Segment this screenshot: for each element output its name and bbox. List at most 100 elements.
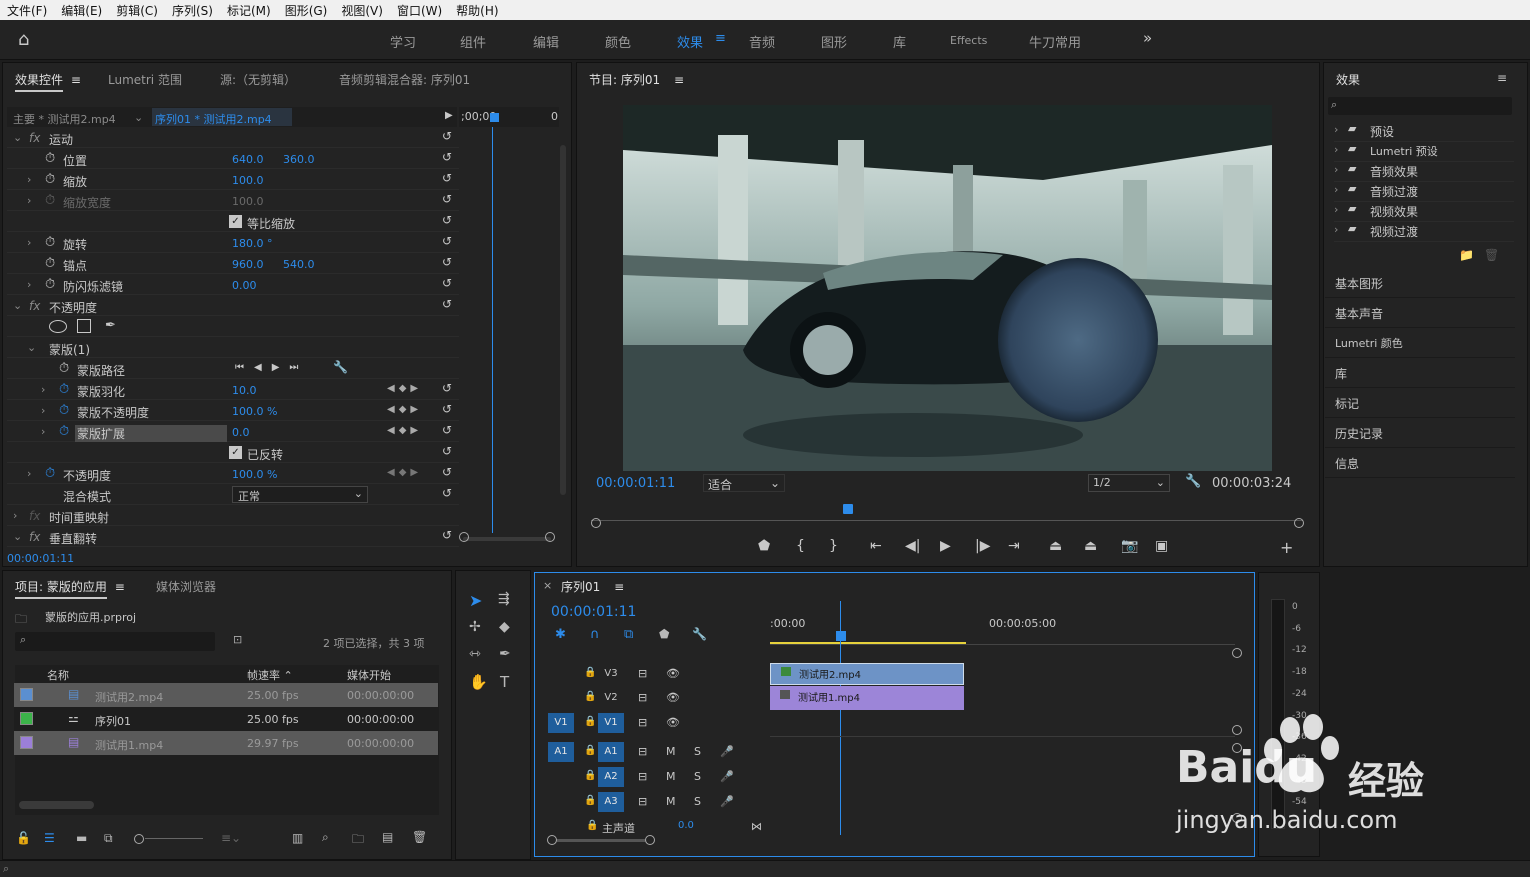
mute-button[interactable]: M <box>666 770 676 783</box>
panel-menu-icon[interactable]: ≡ <box>1497 71 1507 85</box>
reset-icon[interactable]: ↺ <box>442 486 452 500</box>
program-playhead[interactable] <box>843 504 853 514</box>
chevron-right-icon[interactable]: › <box>1334 163 1338 176</box>
workspace-tab-4[interactable]: 效果 <box>677 32 703 51</box>
reset-icon[interactable]: ↺ <box>442 297 452 311</box>
stopwatch-icon[interactable]: ⏱ <box>59 424 69 439</box>
step-forward-icon[interactable]: |▶ <box>975 538 990 554</box>
go-to-out-icon[interactable]: ⇥ <box>1008 538 1020 554</box>
resolution-select[interactable]: 1/2 ⌄ <box>1088 474 1170 492</box>
extract-icon[interactable]: ⏏ <box>1084 538 1097 554</box>
sync-lock-icon[interactable]: ⊟ <box>638 667 647 680</box>
workspace-tab-6[interactable]: 图形 <box>821 32 847 51</box>
opacity-group-row[interactable]: ⌄ fx 不透明度 ↺ <box>7 295 459 316</box>
reset-icon[interactable]: ↺ <box>442 129 452 143</box>
scrub-handle-right[interactable] <box>1294 518 1304 528</box>
effects-folder-5[interactable]: › ▰ 视频过渡 <box>1334 222 1514 242</box>
menu-item-4[interactable]: 标记(M) <box>220 2 278 19</box>
program-title[interactable]: 节目: 序列01 ≡ <box>589 71 684 88</box>
pen-tool-icon[interactable]: ✒ <box>499 646 511 662</box>
lock-icon[interactable]: 🔒 <box>584 770 596 781</box>
v-scroll-handle[interactable] <box>1232 648 1242 658</box>
play-icon[interactable]: ▶ <box>940 538 951 554</box>
export-frame-icon[interactable]: 📷 <box>1121 538 1138 554</box>
reset-icon[interactable]: ↺ <box>442 465 452 479</box>
section-6[interactable]: 信息 <box>1325 448 1515 478</box>
menu-item-7[interactable]: 窗口(W) <box>390 2 449 19</box>
menu-item-0[interactable]: 文件(F) <box>0 2 54 19</box>
section-1[interactable]: 基本声音 <box>1325 298 1515 328</box>
stopwatch-icon[interactable]: ⏱ <box>45 256 55 271</box>
track-select-tool-icon[interactable]: ⇶ <box>498 591 510 607</box>
master-end-icon[interactable]: ⋈ <box>751 820 762 833</box>
new-item-icon[interactable]: ▤ <box>382 830 393 844</box>
sync-lock-icon[interactable]: ⊟ <box>638 716 647 729</box>
selection-tool-icon[interactable]: ➤ <box>469 591 482 610</box>
more-workspaces-icon[interactable]: » <box>1143 29 1152 47</box>
track-target[interactable]: V3 <box>598 664 624 684</box>
scale-row[interactable]: › ⏱ 缩放 100.0 ↺ <box>7 169 459 190</box>
effects-folder-2[interactable]: › ▰ 音频效果 <box>1334 162 1514 182</box>
program-scrubber[interactable] <box>591 509 1303 521</box>
time-remap-row[interactable]: › fx 时间重映射 <box>7 505 459 526</box>
workspace-tab-7[interactable]: 库 <box>893 32 906 51</box>
clip-v3[interactable]: 测试用2.mp4 <box>770 663 964 685</box>
zoom-handle-left[interactable] <box>459 532 469 542</box>
automate-icon[interactable]: ▥ <box>292 831 303 845</box>
menu-item-8[interactable]: 帮助(H) <box>449 2 505 19</box>
chevron-right-icon[interactable]: › <box>1334 223 1338 236</box>
menu-item-5[interactable]: 图形(G) <box>278 2 335 19</box>
rectangle-mask-icon[interactable] <box>77 319 91 333</box>
list-view-icon[interactable]: ☰ <box>44 831 55 845</box>
tab-project[interactable]: 项目: 蒙版的应用 ≡ <box>15 578 125 599</box>
workspace-tab-1[interactable]: 组件 <box>460 32 486 51</box>
mask-row[interactable]: ⌄ 蒙版(1) <box>7 337 459 358</box>
tab-media-browser[interactable]: 媒体浏览器 <box>156 578 216 595</box>
slip-tool-icon[interactable]: ⇿ <box>469 646 481 662</box>
section-0[interactable]: 基本图形 <box>1325 268 1515 298</box>
eye-icon[interactable]: 👁 <box>666 691 680 704</box>
timeline-playhead-marker[interactable] <box>836 631 846 641</box>
stopwatch-icon[interactable]: ⏱ <box>45 235 55 250</box>
eye-icon[interactable]: 👁 <box>666 667 680 680</box>
delete-icon[interactable]: 🗑 <box>1484 248 1499 262</box>
close-icon[interactable]: × <box>543 579 552 592</box>
workspace-tab-9[interactable]: 牛刀常用 <box>1029 32 1081 51</box>
track-target[interactable]: A3 <box>598 792 624 812</box>
sort-icon[interactable]: ≡⌄ <box>221 831 241 845</box>
ec-timeline-ruler[interactable]: ;00;00 0 <box>459 107 559 127</box>
stopwatch-icon[interactable]: ⏱ <box>59 361 69 376</box>
ripple-edit-tool-icon[interactable]: ✢ <box>469 619 481 635</box>
sequence-clip-label[interactable]: 序列01 * 测试用2.mp4 <box>152 108 292 126</box>
menu-item-2[interactable]: 剪辑(C) <box>109 2 165 19</box>
add-marker-icon[interactable]: ⬟ <box>659 627 669 641</box>
reset-icon[interactable]: ↺ <box>442 381 452 395</box>
sync-lock-icon[interactable]: ⊟ <box>638 745 647 758</box>
keyframe-nav[interactable]: ◀◆▶ <box>387 425 422 436</box>
reset-icon[interactable]: ↺ <box>442 171 452 185</box>
ec-zoom-bar[interactable] <box>463 537 551 541</box>
blend-mode-select[interactable]: 正常 ⌄ <box>232 486 368 503</box>
reset-icon[interactable]: ↺ <box>442 192 452 206</box>
add-button-icon[interactable]: + <box>1280 538 1293 557</box>
lock-icon[interactable]: 🔒 <box>584 745 596 756</box>
mute-button[interactable]: M <box>666 745 676 758</box>
clear-icon[interactable]: 🗑 <box>412 830 427 844</box>
wrench-icon[interactable]: 🔧 <box>333 360 348 374</box>
col-framerate[interactable]: 帧速率 ⌃ <box>247 667 293 683</box>
ellipse-mask-icon[interactable] <box>49 320 67 333</box>
blend-mode-row[interactable]: 混合模式 正常 ⌄ ↺ <box>7 484 459 505</box>
mic-icon[interactable]: 🎤 <box>720 745 734 758</box>
h-zoom-bar[interactable] <box>557 839 645 842</box>
workspace-tab-5[interactable]: 音频 <box>749 32 775 51</box>
stopwatch-icon[interactable]: ⏱ <box>45 172 55 187</box>
stopwatch-icon[interactable]: ⏱ <box>45 151 55 166</box>
mic-icon[interactable]: 🎤 <box>720 795 734 808</box>
stopwatch-icon[interactable]: ⏱ <box>45 277 55 292</box>
label-color-swatch[interactable] <box>20 712 33 725</box>
new-bin-icon[interactable]: 📁 <box>1459 248 1474 262</box>
chevron-right-icon[interactable]: › <box>1334 143 1338 156</box>
solo-button[interactable]: S <box>694 770 701 783</box>
tab-effect-controls[interactable]: 效果控件 ≡ <box>15 71 81 92</box>
menu-item-3[interactable]: 序列(S) <box>165 2 220 19</box>
